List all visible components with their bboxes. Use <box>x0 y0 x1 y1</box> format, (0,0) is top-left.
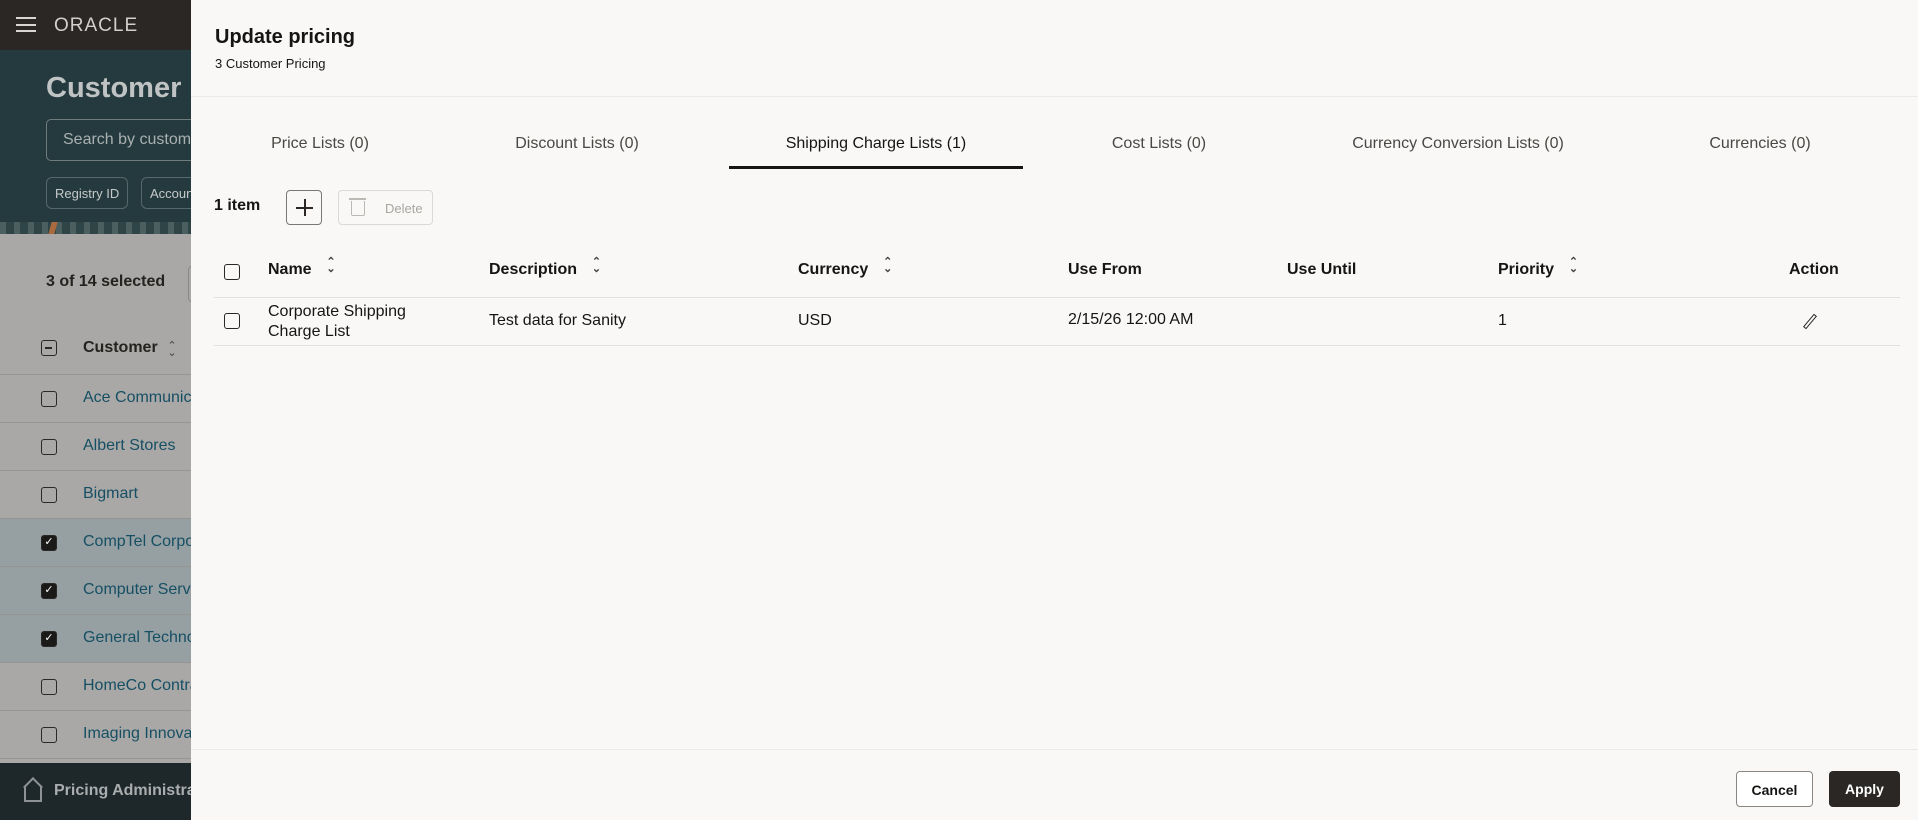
customer-row[interactable]: Bigmart <box>0 471 191 519</box>
row-description: Test data for Sanity <box>489 312 626 329</box>
drawer-header: Update pricing 3 Customer Pricing <box>191 0 1918 97</box>
customer-link[interactable]: Imaging Innovations <box>83 725 191 743</box>
row-priority: 1 <box>1498 312 1507 329</box>
footer-divider <box>191 749 1918 750</box>
home-label[interactable]: Pricing Administration <box>54 782 191 800</box>
apply-button[interactable]: Apply <box>1829 771 1900 807</box>
hero-decoration <box>0 222 191 234</box>
column-action: Action <box>1789 261 1839 278</box>
page-title: Customer Pricing <box>46 72 191 104</box>
name-line: Corporate Shipping <box>268 303 406 320</box>
row-checkbox[interactable]: ✓ <box>41 535 57 551</box>
filter-chip-registry-id[interactable]: Registry ID <box>46 177 129 209</box>
row-divider <box>214 345 1900 346</box>
delete-label: Delete <box>385 201 423 216</box>
background-page: ORACLE Customer Pricing Search by custom… <box>0 0 191 820</box>
header-divider <box>214 297 1900 298</box>
item-count: 1 item <box>214 197 261 214</box>
customer-table-header: Customer ⌃ ⌄ <box>0 323 191 375</box>
column-priority[interactable]: Priority ⌃ ⌄ <box>1498 257 1578 279</box>
home-icon[interactable] <box>24 786 42 802</box>
customer-row[interactable]: ✓ General Technology <box>0 615 191 663</box>
customer-row[interactable]: Ace Communications <box>0 375 191 423</box>
customer-link[interactable]: HomeCo Contractors <box>83 677 191 695</box>
bottom-nav: Pricing Administration <box>0 763 191 820</box>
delete-button[interactable]: Delete <box>338 190 433 225</box>
sort-icon[interactable]: ⌃ ⌄ <box>1568 257 1578 275</box>
column-name[interactable]: Name ⌃ ⌄ <box>268 257 336 279</box>
row-checkbox[interactable]: ✓ <box>41 583 57 599</box>
oracle-logo: ORACLE <box>54 15 139 36</box>
customer-row[interactable]: ✓ CompTel Corporation <box>0 519 191 567</box>
selection-count: 3 of 14 selected <box>46 273 166 290</box>
customer-row[interactable]: HomeCo Contractors <box>0 663 191 711</box>
tab-shipping-charge-lists[interactable]: Shipping Charge Lists (1) <box>729 118 1023 169</box>
trash-icon <box>349 198 366 216</box>
page-hero: Customer Pricing Search by customer Regi… <box>0 50 191 234</box>
customer-link[interactable]: Bigmart <box>83 485 138 503</box>
edit-icon[interactable] <box>1803 313 1817 330</box>
tab-discount-lists[interactable]: Discount Lists (0) <box>449 118 705 169</box>
select-all-checkbox[interactable] <box>224 264 240 280</box>
search-input[interactable]: Search by customer <box>46 119 191 161</box>
customer-link[interactable]: Ace Communications <box>83 389 191 407</box>
row-checkbox[interactable] <box>41 727 57 743</box>
update-pricing-drawer: Update pricing 3 Customer Pricing Price … <box>191 0 1918 820</box>
row-checkbox[interactable] <box>224 313 240 329</box>
drawer-title: Update pricing <box>215 26 356 48</box>
column-description[interactable]: Description ⌃ ⌄ <box>489 257 601 279</box>
column-label: Description <box>489 261 578 278</box>
column-use-until: Use Until <box>1287 261 1357 278</box>
customer-link[interactable]: Computer Service <box>83 581 191 599</box>
column-use-from: Use From <box>1068 261 1142 278</box>
sort-icon[interactable]: ⌃ ⌄ <box>591 257 601 275</box>
sort-icon[interactable]: ⌃ ⌄ <box>326 257 336 275</box>
tab-currencies[interactable]: Currencies (0) <box>1631 118 1889 169</box>
customer-link[interactable]: Albert Stores <box>83 437 175 455</box>
row-checkbox[interactable] <box>41 487 57 503</box>
column-label: Currency <box>798 261 869 278</box>
row-currency: USD <box>798 312 832 329</box>
menu-icon[interactable] <box>16 17 36 32</box>
customer-row[interactable]: ✓ Computer Service <box>0 567 191 615</box>
row-checkbox[interactable]: ✓ <box>41 631 57 647</box>
drawer-subtitle: 3 Customer Pricing <box>215 56 326 71</box>
row-use-from: 2/15/26 12:00 AM <box>1068 311 1194 328</box>
row-checkbox[interactable] <box>41 439 57 455</box>
tab-price-lists[interactable]: Price Lists (0) <box>191 118 449 169</box>
column-currency[interactable]: Currency ⌃ ⌄ <box>798 257 893 279</box>
row-checkbox[interactable] <box>41 679 57 695</box>
row-checkbox[interactable] <box>41 391 57 407</box>
customer-row[interactable]: Imaging Innovations <box>0 711 191 759</box>
row-name[interactable]: Corporate Shipping Charge List <box>268 302 406 342</box>
sort-icon[interactable]: ⌃ ⌄ <box>883 257 893 275</box>
cancel-button[interactable]: Cancel <box>1736 771 1813 807</box>
customer-link[interactable]: General Technology <box>83 629 191 647</box>
select-all-checkbox[interactable] <box>41 340 57 356</box>
filter-chip-account[interactable]: Account <box>141 177 191 209</box>
add-button[interactable] <box>286 190 322 225</box>
customer-link[interactable]: CompTel Corporation <box>83 533 191 551</box>
name-line: Charge List <box>268 323 350 340</box>
sort-icon[interactable]: ⌃ ⌄ <box>167 341 177 359</box>
tab-cost-lists[interactable]: Cost Lists (0) <box>1031 118 1287 169</box>
column-label: Priority <box>1498 261 1555 278</box>
customer-column-header[interactable]: Customer <box>83 339 158 357</box>
column-label: Name <box>268 261 312 278</box>
global-header: ORACLE <box>0 0 191 50</box>
customer-row[interactable]: Albert Stores <box>0 423 191 471</box>
tab-currency-conversion-lists[interactable]: Currency Conversion Lists (0) <box>1308 118 1608 169</box>
